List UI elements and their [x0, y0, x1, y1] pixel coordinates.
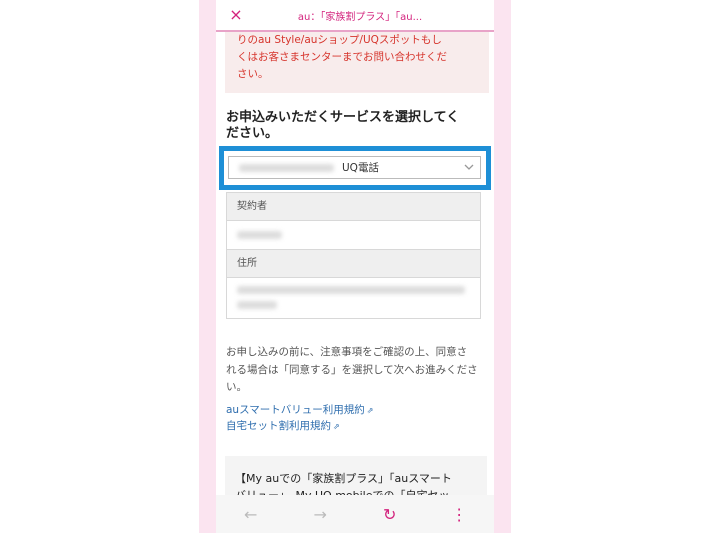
consent-text: お申し込みの前に、注意事項をご確認の上、同意さ れる場合は「同意する」を選択して…	[226, 344, 486, 397]
consent-line: れる場合は「同意する」を選択して次へお進みくださ	[226, 363, 478, 376]
blurred-holder-name	[237, 231, 282, 239]
browser-top-bar: × au：「家族割プラス」「au...	[216, 0, 494, 32]
notice-line: りのau Style/auショップ/UQスポットもし	[237, 34, 442, 46]
heading-line: ださい。	[226, 126, 279, 141]
service-select-value: UQ電話	[342, 162, 379, 174]
link-label: auスマートバリュー利用規約	[226, 404, 365, 416]
address-value	[227, 278, 480, 320]
external-link-icon: ⇗	[333, 422, 340, 431]
notice-box: りのau Style/auショップ/UQスポットもし くはお客さまセンターまでお…	[225, 32, 489, 93]
blurred-phone-number	[239, 163, 334, 172]
service-select[interactable]: UQ電話	[228, 156, 481, 179]
external-link-icon: ⇗	[366, 406, 374, 415]
home-set-discount-terms-link[interactable]: 自宅セット割利用規約 ⇗	[226, 419, 340, 434]
more-menu-icon[interactable]: ⋮	[439, 505, 479, 524]
blurred-address-line	[237, 301, 277, 309]
section-heading: お申込みいただくサービスを選択してく ださい。	[226, 110, 488, 142]
browser-screen: × au：「家族割プラス」「au... りのau Style/auショップ/UQ…	[216, 0, 494, 533]
reload-icon[interactable]: ↻	[370, 505, 410, 524]
forward-icon[interactable]: →	[300, 505, 340, 524]
heading-line: お申込みいただくサービスを選択してく	[226, 110, 460, 125]
blurred-address-line	[237, 286, 465, 294]
smart-value-terms-link[interactable]: auスマートバリュー利用規約 ⇗	[226, 403, 373, 418]
phone-frame: × au：「家族割プラス」「au... りのau Style/auショップ/UQ…	[199, 0, 511, 533]
contract-holder-value	[227, 221, 480, 250]
notice-line: さい。	[237, 68, 269, 80]
promo-line: 【My auでの「家族割プラス」「auスマート	[235, 472, 452, 485]
consent-line: い。	[226, 381, 247, 393]
close-icon[interactable]: ×	[216, 0, 256, 30]
notice-line: くはお客さまセンターまでお問い合わせくだ	[237, 51, 447, 63]
page-tab-title: au：「家族割プラス」「au...	[297, 11, 423, 23]
link-label: 自宅セット割利用規約	[226, 420, 331, 432]
address-label: 住所	[227, 250, 480, 278]
back-icon[interactable]: ←	[231, 505, 271, 524]
chevron-down-icon	[464, 160, 474, 177]
browser-bottom-bar: ← → ↻ ⋮	[216, 495, 494, 533]
contract-info-table: 契約者 住所	[226, 192, 481, 319]
contract-holder-label: 契約者	[227, 193, 480, 221]
consent-line: お申し込みの前に、注意事項をご確認の上、同意さ	[226, 346, 468, 358]
